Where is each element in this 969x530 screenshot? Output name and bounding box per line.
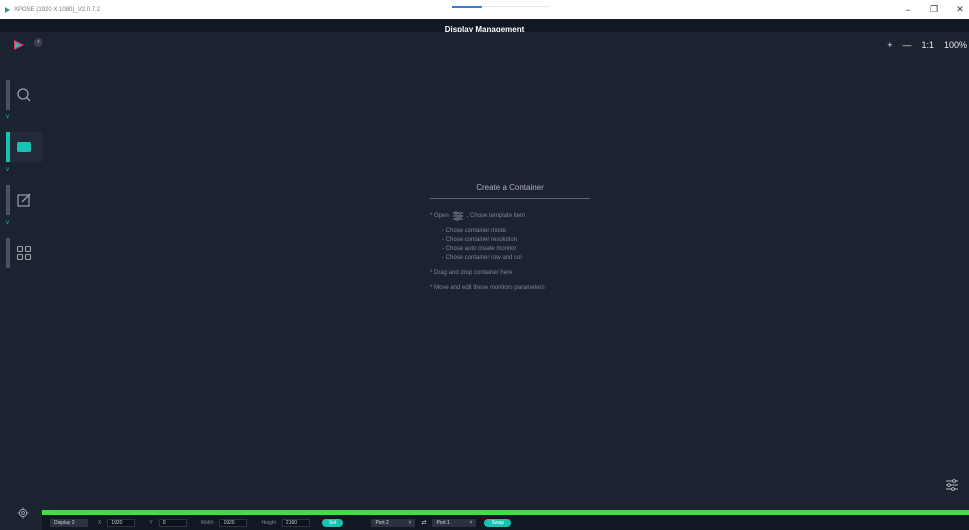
title-divider-line <box>482 6 550 7</box>
window-controls: − ❐ ✕ <box>903 0 965 19</box>
create-container-hint: Create a Container * Open , Chose templa… <box>430 183 590 291</box>
hint-substep: - Chose container mode <box>442 228 507 234</box>
port-a-select[interactable]: Port 2 ˅ <box>371 518 416 527</box>
height-field[interactable]: 2160 <box>281 518 310 527</box>
hint-step-move: * Move and edit these monitors parameter… <box>430 285 545 291</box>
display-name-field[interactable]: Display 2 <box>50 518 88 527</box>
monitor-icon <box>17 142 31 152</box>
y-field[interactable]: 0 <box>158 518 187 527</box>
height-label: Height <box>261 519 276 526</box>
zoom-in-button[interactable]: + <box>887 40 892 50</box>
x-field[interactable]: 1920 <box>107 518 136 527</box>
swap-button[interactable]: Swap <box>484 518 511 527</box>
hint-step-drag: * Drag and drop container here <box>430 270 513 276</box>
title-accent-line <box>452 6 482 8</box>
app-logo-icon <box>5 6 10 13</box>
chevron-down-icon: ˅ <box>408 519 412 526</box>
chevron-down-icon: v <box>6 114 9 120</box>
chevron-down-icon: v <box>6 167 9 173</box>
brand-logo-inner-icon <box>15 42 21 48</box>
sidebar-item-search[interactable] <box>6 80 42 110</box>
display-properties-bar: Display 2 X 1920 Y 0 Width 1920 Height 2… <box>42 515 969 530</box>
width-field[interactable]: 1920 <box>219 518 248 527</box>
port-a-value: Port 2 <box>375 519 389 526</box>
hint-step-open-suffix: , Chose template item <box>466 213 526 219</box>
edit-icon <box>17 193 31 207</box>
restore-button[interactable]: ❐ <box>929 4 939 15</box>
zoom-out-button[interactable]: — <box>902 40 911 50</box>
swap-arrows-icon[interactable]: ⇄ <box>421 519 426 526</box>
zoom-fit-button[interactable]: 1:1 <box>921 40 934 50</box>
close-button[interactable]: ✕ <box>955 4 965 15</box>
hint-substep: - Chose auto create monitor <box>442 246 517 252</box>
width-label: Width <box>200 519 214 526</box>
hint-substep: - Chose container resolution <box>442 237 518 243</box>
minimize-button[interactable]: − <box>903 5 913 15</box>
hint-substep: - Chose container row and col <box>442 255 522 261</box>
port-b-select[interactable]: Port 1 ˅ <box>432 518 477 527</box>
set-button[interactable]: Set <box>321 518 344 527</box>
sidebar-item-edit[interactable] <box>6 185 42 215</box>
x-label: X <box>98 519 102 526</box>
sidebar: › v v v <box>0 32 43 530</box>
app-header: Display Management <box>0 19 969 34</box>
sidebar-item-layout[interactable] <box>6 238 42 268</box>
template-settings-icon <box>452 211 463 221</box>
zoom-level: 100% <box>943 40 967 50</box>
hint-title: Create a Container <box>430 183 590 199</box>
search-icon <box>17 88 31 102</box>
os-title-bar: XPOSE (1920 X 1080)_V2.0.7.2 − ❐ ✕ <box>0 0 969 19</box>
window-title: XPOSE (1920 X 1080)_V2.0.7.2 <box>14 6 101 13</box>
hint-step-open-prefix: * Open <box>430 213 449 219</box>
nav-indicator <box>6 80 10 110</box>
adjust-settings-icon[interactable] <box>945 478 959 492</box>
sidebar-item-display[interactable] <box>6 132 42 162</box>
zoom-controls: + — 1:1 100% <box>887 38 969 52</box>
gear-icon[interactable] <box>17 507 29 519</box>
nav-indicator <box>6 132 10 162</box>
chevron-down-icon: v <box>6 220 9 226</box>
port-b-value: Port 1 <box>436 519 450 526</box>
nav-indicator <box>6 238 10 268</box>
grid-icon <box>16 245 32 261</box>
hint-step-open: * Open , Chose template item <box>430 211 590 221</box>
chevron-down-icon: ˅ <box>469 519 473 526</box>
y-label: Y <box>149 519 153 526</box>
nav-indicator <box>6 185 10 215</box>
